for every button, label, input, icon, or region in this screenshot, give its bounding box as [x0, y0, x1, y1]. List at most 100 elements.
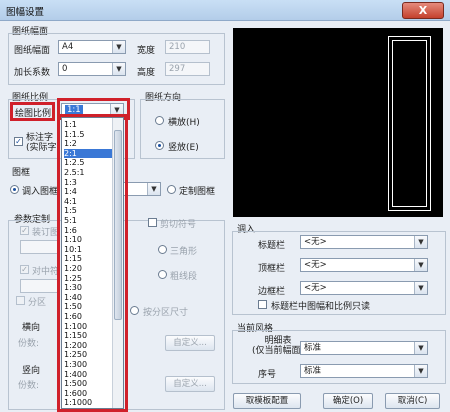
- cut-mark-label: 剪切符号: [160, 220, 197, 230]
- serial-label: 序号: [258, 370, 277, 380]
- chevron-down-icon: ▼: [112, 63, 125, 75]
- scale-option[interactable]: 1:200: [64, 341, 87, 350]
- thick-line-label: 粗线段: [170, 272, 198, 282]
- landscape-label: 横放(H): [168, 118, 200, 128]
- binding-label: 装订图: [32, 228, 60, 238]
- horizontal-custom-button[interactable]: 自定义...: [165, 335, 215, 351]
- scale-option[interactable]: 1:3: [64, 178, 77, 187]
- serial-value: 标准: [304, 366, 322, 376]
- scale-option[interactable]: 1:40: [64, 293, 82, 302]
- scale-option[interactable]: 1:2: [64, 139, 77, 148]
- height-label: 高度: [137, 68, 156, 78]
- width-label: 宽度: [137, 46, 156, 56]
- chevron-down-icon: ▼: [414, 282, 427, 294]
- scale-option[interactable]: 1:20: [64, 264, 82, 273]
- drawing-scale-label: 绘图比例: [15, 109, 52, 119]
- chevron-down-icon: ▼: [414, 236, 427, 248]
- binding-checkbox[interactable]: ✓: [20, 226, 29, 235]
- paper-size-select[interactable]: A4 ▼: [58, 40, 126, 54]
- horizontal-count-label: 份数:: [18, 339, 40, 349]
- top-bar-select[interactable]: <无> ▼: [300, 258, 428, 272]
- horizontal-label: 横向: [22, 323, 41, 333]
- side-bar-select[interactable]: <无> ▼: [300, 281, 428, 295]
- scale-option[interactable]: 2:1: [64, 148, 112, 158]
- triangle-radio[interactable]: [158, 245, 167, 254]
- scale-option[interactable]: 1:10: [64, 235, 82, 244]
- chevron-down-icon: ▼: [414, 365, 427, 377]
- portrait-radio[interactable]: [155, 141, 164, 150]
- dropdown-scroll-thumb[interactable]: [114, 130, 122, 320]
- scale-option[interactable]: 1:1.5: [64, 130, 85, 139]
- annotation-line1: 标注字: [26, 133, 54, 143]
- by-zone-size-radio[interactable]: [130, 306, 139, 315]
- annotation-checkbox[interactable]: ✓: [14, 137, 23, 146]
- scale-option[interactable]: 1:1000: [64, 398, 92, 407]
- triangle-label: 三角形: [170, 247, 198, 257]
- scale-option[interactable]: 2.5:1: [64, 168, 85, 177]
- template-button[interactable]: 取模板配置: [233, 393, 301, 409]
- paper-size-label: 图纸幅面: [14, 46, 51, 56]
- center-label: 对中符: [32, 267, 60, 277]
- readonly-label: 标题栏中图幅和比例只读: [271, 302, 371, 312]
- ok-button[interactable]: 确定(O): [323, 393, 373, 409]
- scale-option[interactable]: 4:1: [64, 197, 77, 206]
- scale-option[interactable]: 1:60: [64, 312, 82, 321]
- title-bar: 图幅设置 X: [0, 0, 450, 21]
- scale-option[interactable]: 1:300: [64, 360, 87, 369]
- cut-mark-checkbox[interactable]: [148, 218, 157, 227]
- binding-field[interactable]: [20, 240, 60, 254]
- scale-option[interactable]: 1:400: [64, 370, 87, 379]
- chevron-down-icon: ▼: [414, 342, 427, 354]
- title-bar-label: 标题栏: [258, 241, 286, 251]
- vertical-custom-button[interactable]: 自定义...: [165, 376, 215, 392]
- center-field[interactable]: [20, 279, 60, 293]
- scale-option[interactable]: 1:30: [64, 283, 82, 292]
- scale-option[interactable]: 1:4: [64, 187, 77, 196]
- scale-option[interactable]: 1:500: [64, 379, 87, 388]
- scale-option[interactable]: 1:15: [64, 254, 82, 263]
- frame-group-title: 图框: [12, 168, 31, 178]
- scale-option[interactable]: 1:100: [64, 322, 87, 331]
- scale-option[interactable]: 1:50: [64, 302, 82, 311]
- scale-option[interactable]: 1:6: [64, 226, 77, 235]
- scale-coef-label: 加长系数: [14, 68, 51, 78]
- scale-option[interactable]: 1:600: [64, 389, 87, 398]
- width-field[interactable]: 210: [165, 40, 210, 54]
- cancel-button[interactable]: 取消(C): [385, 393, 440, 409]
- serial-select[interactable]: 标准 ▼: [300, 364, 428, 378]
- height-field[interactable]: 297: [165, 62, 210, 76]
- by-zone-size-label: 按分区尺寸: [143, 308, 189, 318]
- preview-frame-outline: [392, 40, 427, 207]
- scale-option[interactable]: 1:2.5: [64, 158, 85, 167]
- close-button[interactable]: X: [402, 2, 444, 19]
- title-bar-select[interactable]: <无> ▼: [300, 235, 428, 249]
- detail-select[interactable]: 标准 ▼: [300, 341, 428, 355]
- annotation-line2: (实际字: [26, 143, 57, 153]
- dropdown-scrollbar[interactable]: [112, 118, 123, 408]
- detail-label: 明细表 (仅当前幅面): [252, 336, 304, 356]
- scale-option[interactable]: 1:25: [64, 274, 82, 283]
- paper-size-value: A4: [62, 42, 74, 52]
- readonly-checkbox[interactable]: [258, 300, 267, 309]
- vertical-label: 竖向: [22, 366, 41, 376]
- paper-preview: [233, 28, 443, 217]
- load-frame-radio[interactable]: [10, 185, 19, 194]
- thick-line-radio[interactable]: [158, 270, 167, 279]
- zone-checkbox[interactable]: [16, 296, 25, 305]
- portrait-label: 竖放(E): [168, 143, 199, 153]
- custom-frame-label: 定制图框: [179, 187, 216, 197]
- scale-option[interactable]: 1:250: [64, 350, 87, 359]
- scale-option[interactable]: 1:1: [64, 120, 77, 129]
- scale-option[interactable]: 1:150: [64, 331, 87, 340]
- custom-frame-radio[interactable]: [167, 185, 176, 194]
- scale-option[interactable]: 1:5: [64, 206, 77, 215]
- scale-option[interactable]: 10:1: [64, 245, 82, 254]
- detail-label-line1: 明细表: [264, 336, 292, 346]
- landscape-radio[interactable]: [155, 116, 164, 125]
- load-frame-label: 调入图框: [22, 187, 59, 197]
- scale-coef-select[interactable]: 0 ▼: [58, 62, 126, 76]
- scale-option[interactable]: 5:1: [64, 216, 77, 225]
- scale-dropdown-list[interactable]: 1:1 1:1.5 1:2 2:1 1:2.5 2.5:1 1:3 1:4 4:1 1:5 5:1 1…: [61, 117, 124, 409]
- center-checkbox[interactable]: ✓: [20, 265, 29, 274]
- chevron-down-icon: ▼: [414, 259, 427, 271]
